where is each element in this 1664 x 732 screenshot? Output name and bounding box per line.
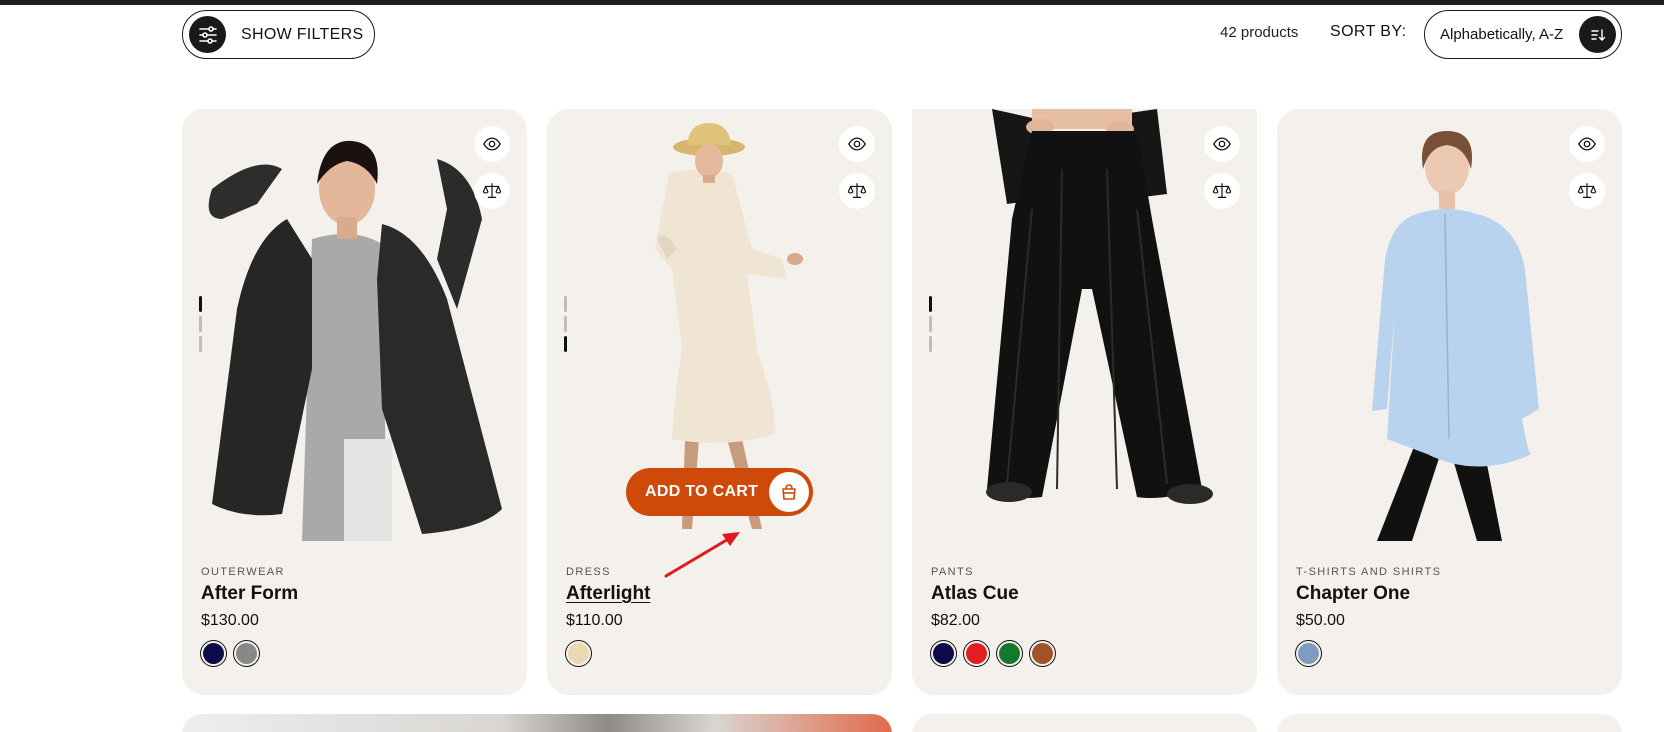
compare-scale-icon — [482, 181, 502, 201]
image-dot[interactable] — [199, 316, 202, 332]
product-name[interactable]: Afterlight — [566, 583, 650, 605]
color-swatches — [930, 640, 1056, 667]
product-price: $110.00 — [566, 612, 623, 629]
image-dot[interactable] — [564, 316, 567, 332]
compare-scale-icon — [847, 181, 867, 201]
color-swatches — [565, 640, 592, 667]
compare-button[interactable] — [474, 173, 510, 209]
image-dot[interactable] — [564, 296, 567, 312]
compare-scale-icon — [1212, 181, 1232, 201]
show-filters-button[interactable]: SHOW FILTERS — [182, 10, 375, 59]
product-name[interactable]: After Form — [201, 583, 298, 605]
sort-by-label: SORT BY: — [1330, 23, 1407, 40]
quick-view-button[interactable] — [1569, 126, 1605, 162]
image-pagination — [929, 296, 933, 356]
quick-view-button[interactable] — [474, 126, 510, 162]
product-card[interactable]: DRESS Afterlight $110.00 — [547, 109, 892, 695]
compare-button[interactable] — [1569, 173, 1605, 209]
product-card[interactable] — [182, 714, 892, 732]
product-card[interactable]: PANTS Atlas Cue $82.00 — [912, 109, 1257, 695]
product-price: $50.00 — [1296, 612, 1345, 629]
image-dot[interactable] — [929, 296, 932, 312]
product-category: PANTS — [931, 566, 974, 578]
color-swatch[interactable] — [930, 640, 957, 667]
product-image[interactable] — [912, 109, 1257, 541]
compare-scale-icon — [1577, 181, 1597, 201]
color-swatch[interactable] — [1029, 640, 1056, 667]
top-border — [0, 0, 1664, 5]
product-category: T-SHIRTS AND SHIRTS — [1296, 566, 1442, 578]
color-swatches — [200, 640, 260, 667]
add-to-cart-label: ADD TO CART — [645, 483, 759, 500]
product-count: 42 products — [1220, 24, 1299, 41]
product-card[interactable]: T-SHIRTS AND SHIRTS Chapter One $50.00 — [1277, 109, 1622, 695]
filter-sliders-icon — [189, 16, 226, 53]
color-swatch[interactable] — [565, 640, 592, 667]
product-category: OUTERWEAR — [201, 566, 285, 578]
sort-select[interactable]: Alphabetically, A-Z — [1424, 10, 1622, 59]
product-card[interactable] — [912, 714, 1257, 732]
eye-icon — [1577, 134, 1597, 154]
sort-value: Alphabetically, A-Z — [1440, 26, 1564, 43]
quick-view-button[interactable] — [1204, 126, 1240, 162]
image-dot[interactable] — [199, 296, 202, 312]
compare-button[interactable] — [1204, 173, 1240, 209]
product-category: DRESS — [566, 566, 611, 578]
product-image[interactable] — [1277, 109, 1622, 541]
color-swatch[interactable] — [200, 640, 227, 667]
image-dot[interactable] — [564, 336, 567, 352]
image-pagination — [564, 296, 568, 356]
color-swatches — [1295, 640, 1322, 667]
color-swatch[interactable] — [963, 640, 990, 667]
product-price: $82.00 — [931, 612, 980, 629]
image-dot[interactable] — [929, 316, 932, 332]
color-swatch[interactable] — [1295, 640, 1322, 667]
image-dot[interactable] — [929, 336, 932, 352]
sort-icon — [1579, 16, 1616, 53]
eye-icon — [482, 134, 502, 154]
image-dot[interactable] — [199, 336, 202, 352]
product-name[interactable]: Chapter One — [1296, 583, 1410, 605]
eye-icon — [1212, 134, 1232, 154]
eye-icon — [847, 134, 867, 154]
product-card[interactable] — [1277, 714, 1622, 732]
color-swatch[interactable] — [233, 640, 260, 667]
show-filters-label: SHOW FILTERS — [241, 25, 364, 43]
quick-view-button[interactable] — [839, 126, 875, 162]
image-pagination — [199, 296, 203, 356]
product-price: $130.00 — [201, 612, 259, 629]
add-to-cart-button[interactable]: ADD TO CART — [626, 468, 813, 516]
compare-button[interactable] — [839, 173, 875, 209]
color-swatch[interactable] — [996, 640, 1023, 667]
shopping-bag-icon — [769, 472, 809, 512]
product-name[interactable]: Atlas Cue — [931, 583, 1019, 605]
product-image[interactable] — [182, 109, 527, 541]
product-card[interactable]: OUTERWEAR After Form $130.00 — [182, 109, 527, 695]
